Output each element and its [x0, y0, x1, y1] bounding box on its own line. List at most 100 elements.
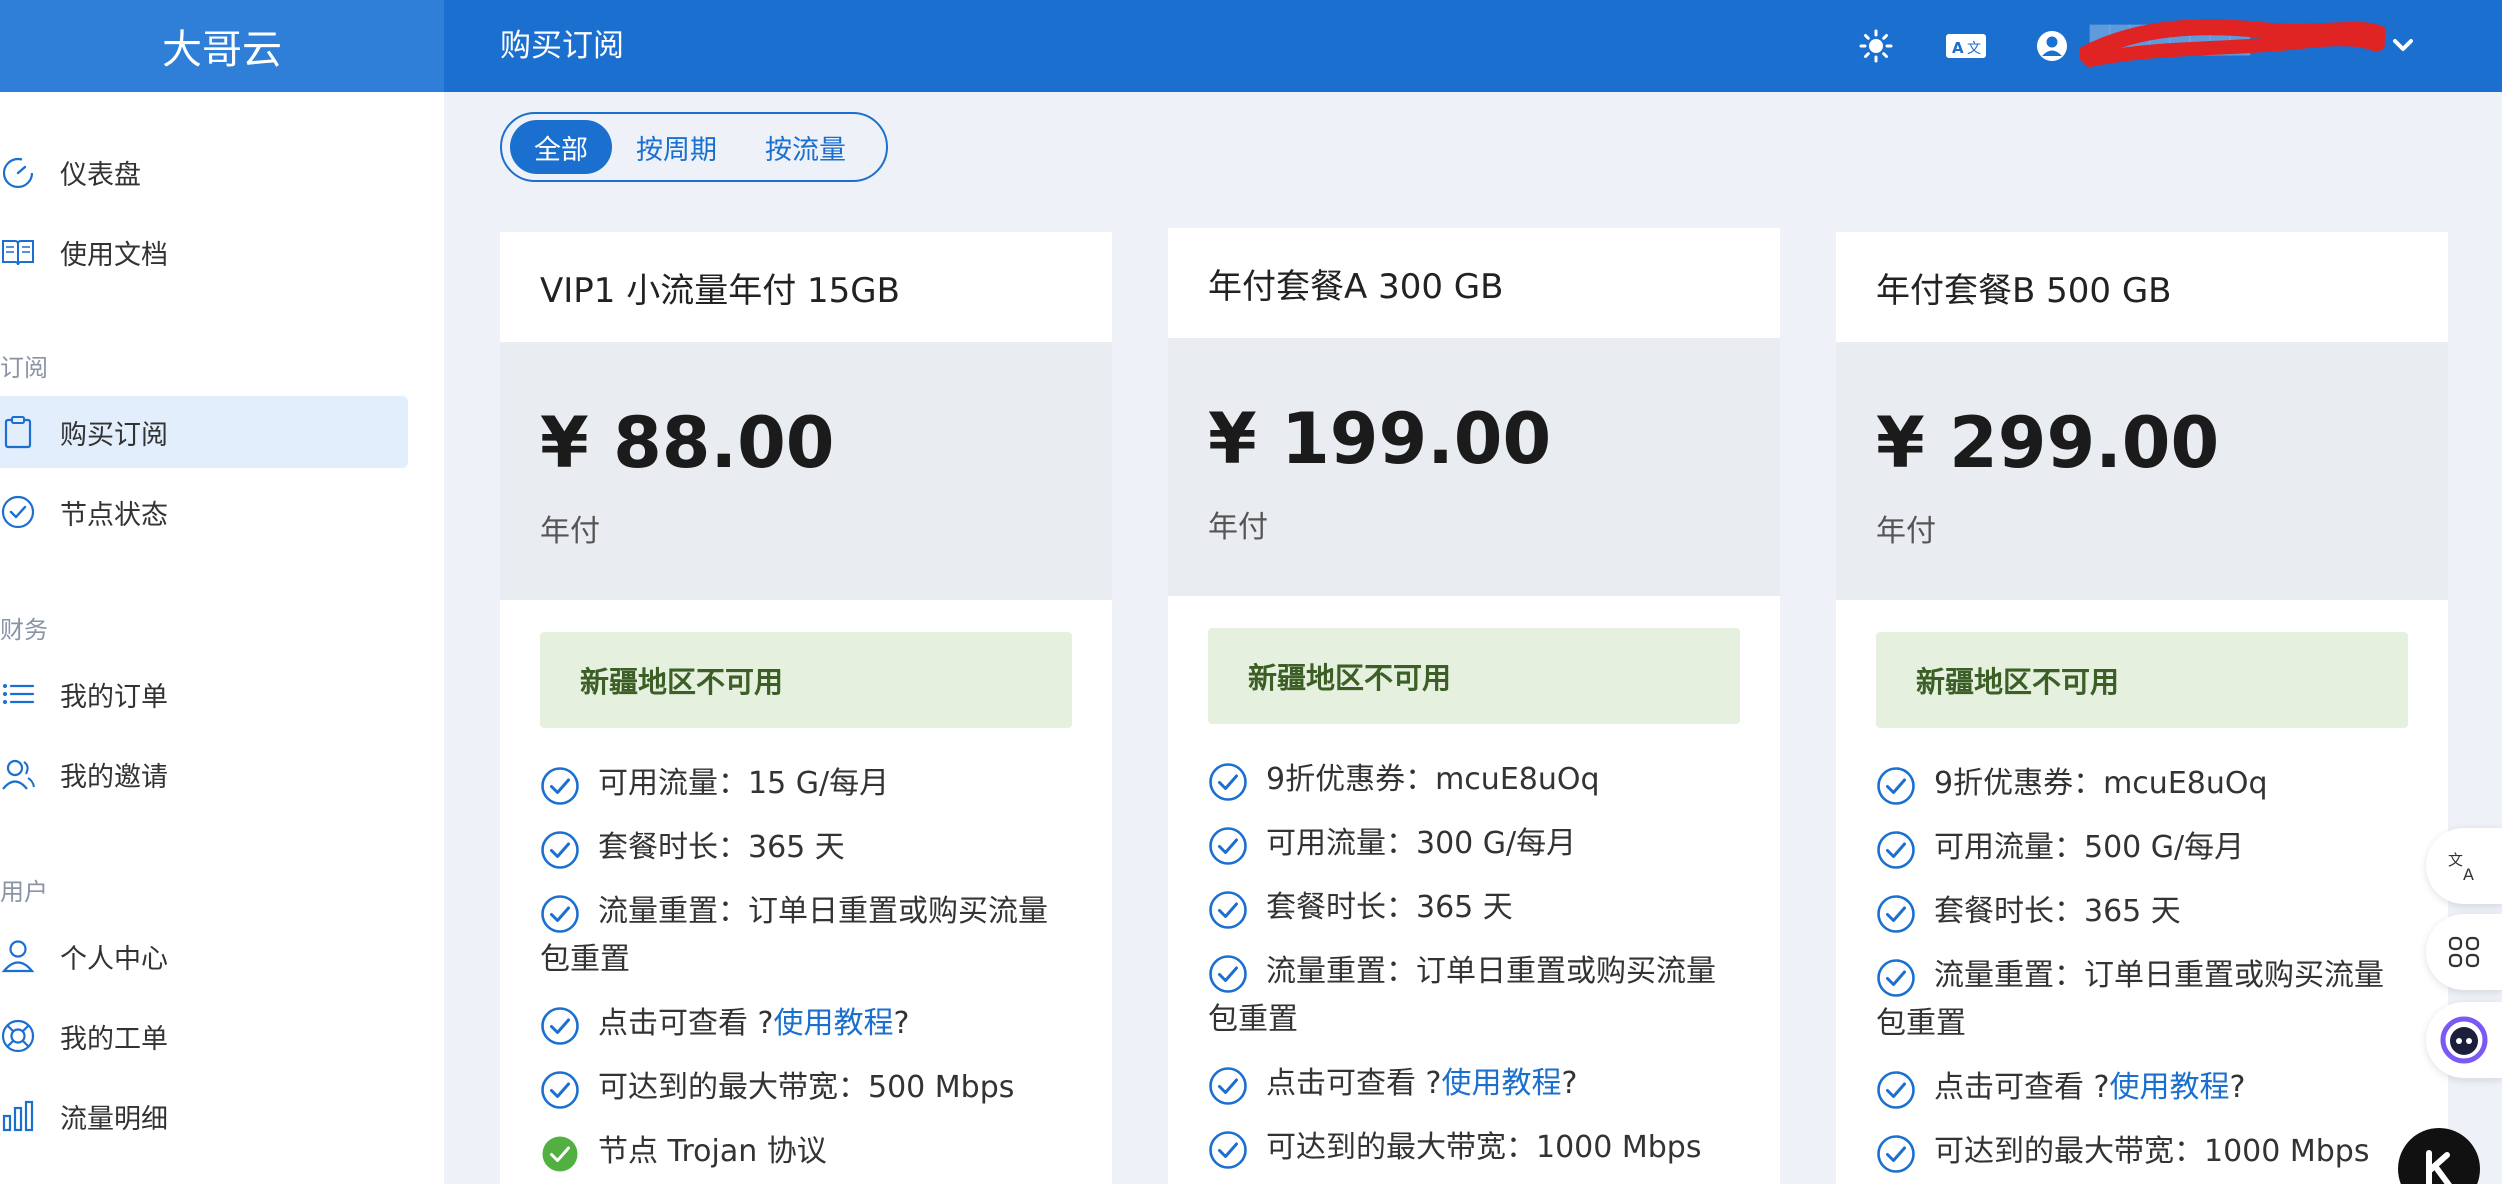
price-box: ¥ 199.00 年付 [1168, 338, 1780, 596]
theme-toggle-button[interactable] [1852, 22, 1900, 70]
sidebar-item-tickets[interactable]: 我的工单 [0, 1000, 408, 1072]
sidebar-item-label: 个人中心 [60, 943, 168, 975]
check-circle-icon [541, 1071, 579, 1109]
feature-item: 流量重置：订单日重置或购买流量包重置 [1876, 952, 2408, 1048]
feature-item: 可达到的最大带宽：500 Mbps [540, 1064, 1072, 1112]
feature-text: 可用流量：15 G/每月 [598, 766, 890, 801]
price-box: ¥ 299.00 年付 [1836, 342, 2448, 600]
feature-item: 可达到的最大带宽：1000 Mbps [1876, 1128, 2408, 1176]
sun-icon [1859, 29, 1893, 63]
language-button[interactable]: A 文 [1942, 22, 1990, 70]
feature-text: 套餐时长：365 天 [1266, 890, 1513, 925]
check-circle-icon [1877, 959, 1915, 997]
sidebar-item-traffic-details[interactable]: 流量明细 [0, 1080, 408, 1152]
section-title-finance: 财务 [0, 616, 48, 644]
plan-card[interactable]: VIP1 小流量年付 15GB ¥ 88.00 年付 新疆地区不可用 可用流量：… [500, 232, 1112, 1184]
chevron-down-icon[interactable] [2390, 32, 2416, 58]
tab-by-period[interactable]: 按周期 [612, 120, 741, 174]
tutorial-link[interactable]: 使用教程 [773, 1006, 893, 1041]
feature-item: 点击可查看 ?使用教程? [1876, 1064, 2408, 1112]
k-logo-icon [2426, 1150, 2452, 1184]
section-title-user: 用户 [0, 878, 48, 906]
feature-list: 9折优惠券：mcuE8uOq 可用流量：300 G/每月 套餐时长：365 天流量重… [1208, 756, 1740, 1172]
list-icon [3, 684, 35, 704]
tab-all[interactable]: 全部 [510, 120, 612, 174]
sidebar-item-label: 我的订单 [60, 681, 168, 713]
check-circle-icon [1877, 895, 1915, 933]
feature-text: 流量重置：订单日重置或购买流量包重置 [1208, 954, 1716, 1037]
region-notice: 新疆地区不可用 [1876, 632, 2408, 728]
plan-period: 年付 [540, 514, 600, 549]
check-circle-icon [541, 831, 579, 869]
sidebar-item-my-invites[interactable]: 我的邀请 [0, 738, 408, 810]
user-menu[interactable] [2035, 18, 2069, 74]
plan-title: 年付套餐A 300 GB [1208, 266, 1504, 307]
redaction-scribble [2080, 19, 2385, 67]
plan-price: ¥ 199.00 [1208, 398, 1552, 480]
svg-text:A: A [2463, 865, 2474, 884]
top-header: 大哥云 购买订阅 A 文 ████████ [0, 0, 2502, 92]
feature-item: 可用流量：15 G/每月 [540, 760, 1072, 808]
feature-text: 点击可查看 ? [1934, 1070, 2110, 1105]
sidebar-item-docs[interactable]: 使用文档 [0, 216, 408, 288]
check-circle-icon [1877, 1071, 1915, 1109]
feature-text: 可用流量：500 G/每月 [1934, 830, 2245, 865]
assistant-float-button[interactable] [2426, 1002, 2502, 1078]
check-filled-icon [542, 1136, 578, 1172]
feature-text: 套餐时长：365 天 [598, 830, 845, 865]
feature-item: 套餐时长：365 天 [1876, 888, 2408, 936]
sidebar-item-node-status[interactable]: 节点状态 [0, 476, 408, 548]
region-notice: 新疆地区不可用 [540, 632, 1072, 728]
check-circle-icon [1209, 1067, 1247, 1105]
sidebar-item-label: 购买订阅 [60, 419, 168, 451]
translate-icon: A 文 [1946, 34, 1986, 58]
feature-item: 可达到的最大带宽：1000 Mbps [1208, 1124, 1740, 1172]
feature-item: 点击可查看 ?使用教程? [1208, 1060, 1740, 1108]
translate-float-button[interactable]: 文 A [2426, 828, 2502, 904]
feature-text: 可达到的最大带宽：1000 Mbps [1266, 1130, 1702, 1165]
feature-text: 节点 Trojan 协议 [598, 1134, 827, 1169]
gauge-icon [2, 157, 34, 189]
sidebar-item-my-orders[interactable]: 我的订单 [0, 658, 408, 730]
sidebar-item-label: 流量明细 [60, 1103, 168, 1135]
section-title-subscription: 订阅 [0, 354, 48, 382]
sidebar-item-buy-subscription[interactable]: 购买订阅 [0, 396, 408, 468]
assistant-icon [2440, 1016, 2488, 1064]
plan-title: 年付套餐B 500 GB [1876, 270, 2172, 311]
lifebuoy-icon [1, 1019, 35, 1053]
sidebar-item-label: 我的工单 [60, 1023, 168, 1055]
feature-text: 流量重置：订单日重置或购买流量包重置 [540, 894, 1048, 977]
account-circle-icon [2037, 31, 2067, 61]
check-circle-icon [1, 495, 35, 529]
region-notice: 新疆地区不可用 [1208, 628, 1740, 724]
feature-text: 可达到的最大带宽：500 Mbps [598, 1070, 1015, 1105]
feature-item: 可用流量：300 G/每月 [1208, 820, 1740, 868]
users-icon [2, 759, 35, 790]
feature-text: 点击可查看 ? [598, 1006, 774, 1041]
tab-by-traffic[interactable]: 按流量 [741, 120, 870, 174]
tutorial-link[interactable]: 使用教程 [2109, 1070, 2229, 1105]
sidebar: 仪表盘 使用文档 订阅 购买订阅 节点状态 财务 我的订单 我的邀请 用户 个人… [0, 92, 444, 1184]
check-circle-icon [1209, 891, 1247, 929]
feature-text: 可用流量：300 G/每月 [1266, 826, 1577, 861]
plan-filter-tabs: 全部 按周期 按流量 [500, 112, 888, 182]
plan-price: ¥ 299.00 [1876, 402, 2220, 484]
feature-item: 节点 Trojan 协议 [540, 1128, 1072, 1176]
brand-logo[interactable]: 大哥云 [0, 0, 444, 92]
apps-float-button[interactable] [2426, 914, 2502, 990]
apps-icon [2448, 936, 2480, 968]
check-circle-icon [1209, 1131, 1247, 1169]
feature-text: ? [893, 1006, 910, 1041]
feature-item: 套餐时长：365 天 [540, 824, 1072, 872]
tutorial-link[interactable]: 使用教程 [1441, 1066, 1561, 1101]
plan-card[interactable]: 年付套餐A 300 GB ¥ 199.00 年付 新疆地区不可用 9折优惠券：m… [1168, 228, 1780, 1184]
sidebar-item-dashboard[interactable]: 仪表盘 [0, 136, 408, 208]
sidebar-item-label: 使用文档 [60, 239, 168, 271]
feature-text: 9折优惠券：mcuE8uOq [1934, 766, 2268, 801]
check-circle-icon [1877, 1135, 1915, 1173]
svg-text:文: 文 [1967, 41, 1981, 57]
plan-card[interactable]: 年付套餐B 500 GB ¥ 299.00 年付 新疆地区不可用 9折优惠券：m… [1836, 232, 2448, 1184]
feature-text: 可达到的最大带宽：1000 Mbps [1934, 1134, 2370, 1169]
sidebar-item-profile[interactable]: 个人中心 [0, 920, 408, 992]
plan-period: 年付 [1876, 514, 1936, 549]
